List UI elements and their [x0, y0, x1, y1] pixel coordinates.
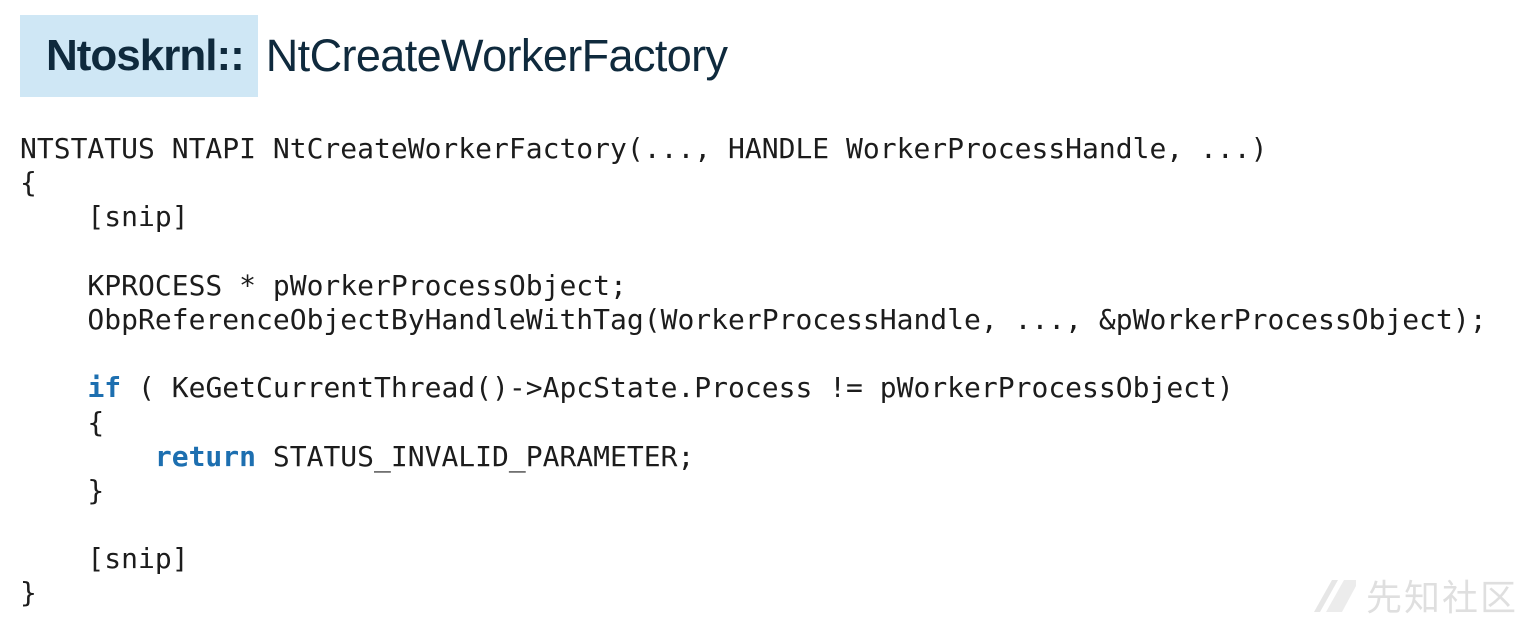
code-text: [snip] — [20, 200, 189, 234]
code-line: NTSTATUS NTAPI NtCreateWorkerFactory(...… — [20, 132, 1487, 166]
title-namespace: Ntoskrnl:: — [20, 15, 258, 97]
code-line: } — [20, 474, 1487, 508]
code-text: { — [20, 405, 105, 439]
code-line: [snip] — [20, 542, 1487, 576]
code-line: { — [20, 406, 1487, 440]
watermark-logo-icon — [1313, 580, 1356, 612]
code-text: } — [20, 576, 37, 610]
code-text: } — [20, 473, 105, 507]
code-text: ObpReferenceObjectByHandleWithTag(Worker… — [20, 302, 1487, 336]
code-line: KPROCESS * pWorkerProcessObject; — [20, 269, 1487, 303]
title-function-name: NtCreateWorkerFactory — [265, 30, 728, 81]
code-text: NTSTATUS NTAPI NtCreateWorkerFactory(...… — [20, 132, 1268, 165]
code-line: if ( KeGetCurrentThread()->ApcState.Proc… — [20, 371, 1487, 405]
code-block: NTSTATUS NTAPI NtCreateWorkerFactory(...… — [20, 132, 1487, 611]
code-line: { — [20, 166, 1487, 200]
watermark: 先知社区 — [1312, 569, 1518, 621]
code-text: STATUS_INVALID_PARAMETER; — [256, 439, 695, 473]
code-text: ( KeGetCurrentThread()->ApcState.Process… — [121, 371, 1234, 405]
watermark-text: 先知社区 — [1365, 578, 1518, 619]
code-keyword: if — [87, 371, 122, 405]
code-text: KPROCESS * pWorkerProcessObject; — [20, 268, 627, 302]
code-text: { — [20, 166, 37, 200]
code-line: ObpReferenceObjectByHandleWithTag(Worker… — [20, 302, 1487, 337]
code-line: return STATUS_INVALID_PARAMETER; — [20, 440, 1487, 474]
page-title: Ntoskrnl:: NtCreateWorkerFactory — [20, 15, 728, 97]
code-line: [snip] — [20, 200, 1487, 234]
code-text: [snip] — [20, 542, 189, 576]
code-line: } — [20, 576, 1487, 610]
code-keyword: return — [154, 439, 257, 473]
